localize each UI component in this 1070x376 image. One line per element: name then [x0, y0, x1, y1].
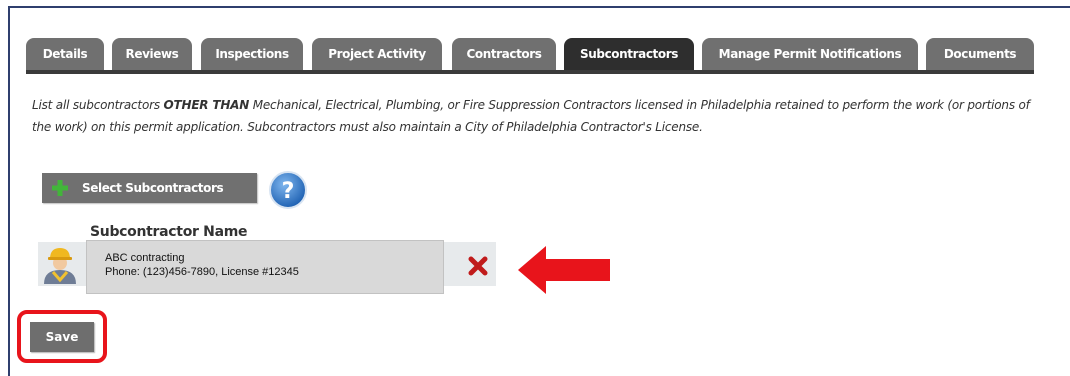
- tab-subcontractors[interactable]: Subcontractors: [564, 38, 694, 70]
- subcontractor-details: Phone: (123)456-7890, License #12345: [105, 266, 299, 278]
- tab-contractors[interactable]: Contractors: [452, 38, 556, 70]
- svg-text:?: ?: [282, 179, 295, 204]
- remove-x-icon[interactable]: [468, 256, 488, 276]
- intro-text: List all subcontractors OTHER THAN Mecha…: [32, 94, 1052, 138]
- column-header-subcontractor-name: Subcontractor Name: [90, 224, 248, 240]
- tab-details[interactable]: Details: [26, 38, 104, 70]
- tab-reviews[interactable]: Reviews: [112, 38, 192, 70]
- help-icon[interactable]: ?: [268, 170, 308, 210]
- subcontractor-name-cell: ABC contracting Phone: (123)456-7890, Li…: [86, 240, 444, 294]
- intro-part-1: List all subcontractors: [32, 98, 164, 112]
- subcontractor-name: ABC contracting: [105, 252, 185, 264]
- worker-avatar-icon: [38, 242, 82, 286]
- tab-bar: Details Reviews Inspections Project Acti…: [26, 38, 1034, 74]
- select-subcontractors-button[interactable]: Select Subcontractors: [42, 173, 257, 203]
- tab-inspections[interactable]: Inspections: [201, 38, 303, 70]
- tab-project-activity[interactable]: Project Activity: [312, 38, 442, 70]
- red-arrow-annotation-icon: [518, 246, 610, 294]
- intro-emphasis: OTHER THAN: [163, 98, 250, 112]
- plus-icon: [52, 180, 68, 196]
- tab-manage-permit-notifications[interactable]: Manage Permit Notifications: [702, 38, 918, 70]
- save-button[interactable]: Save: [30, 322, 94, 352]
- select-subcontractors-label: Select Subcontractors: [82, 181, 224, 195]
- tab-documents[interactable]: Documents: [926, 38, 1034, 70]
- table-row: ABC contracting Phone: (123)456-7890, Li…: [38, 240, 496, 294]
